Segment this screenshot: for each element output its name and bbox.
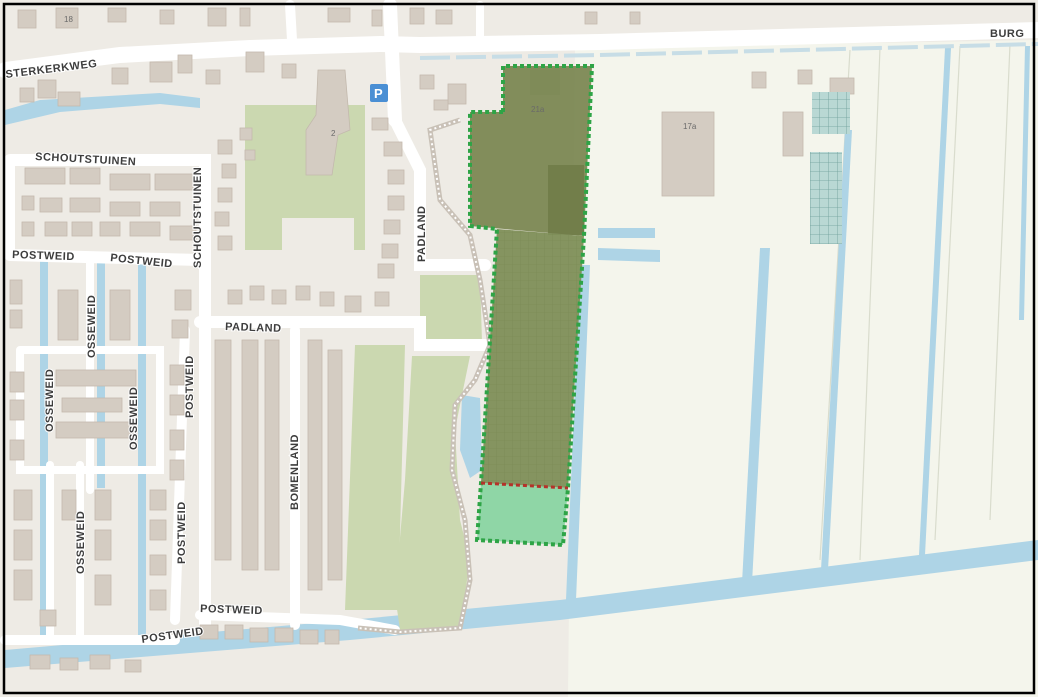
house-number-18: 18	[64, 15, 73, 24]
street-label-padland: PADLAND	[225, 321, 282, 335]
map-frame: P 18 2 21a 17a STERKERKWEG BURG SCHOUTST…	[0, 0, 1038, 697]
street-label-osseweid-4: OSSEWEID	[75, 511, 87, 574]
plan-zone-south[interactable]	[477, 483, 568, 545]
street-label-postweid-west: POSTWEID	[12, 249, 75, 263]
house-number-17a: 17a	[683, 122, 697, 131]
street-label-burg: BURG	[990, 28, 1024, 40]
school-field	[282, 218, 354, 266]
street-label-postweid-south: POSTWEID	[200, 603, 263, 617]
solar-panels-north	[812, 92, 850, 134]
street-label-bomenland: BOMENLAND	[289, 434, 301, 510]
solar-panels-south	[810, 152, 842, 244]
parking-label: P	[374, 86, 383, 101]
street-label-osseweid-3: OSSEWEID	[128, 387, 140, 450]
house-number-2: 2	[331, 129, 336, 138]
house-number-21a: 21a	[531, 105, 545, 114]
street-label-schoutstuinen-vertical: SCHOUTSTUINEN	[192, 167, 204, 268]
street-label-postweid-vertical-2: POSTWEID	[176, 501, 188, 564]
street-label-osseweid-1: OSSEWEID	[86, 295, 98, 358]
map-canvas[interactable]: P 18 2 21a 17a STERKERKWEG BURG SCHOUTST…	[0, 0, 1038, 697]
street-label-osseweid-2: OSSEWEID	[44, 369, 56, 432]
street-label-padland-vertical: PADLAND	[416, 206, 428, 262]
street-label-postweid-vertical-1: POSTWEID	[184, 355, 196, 418]
